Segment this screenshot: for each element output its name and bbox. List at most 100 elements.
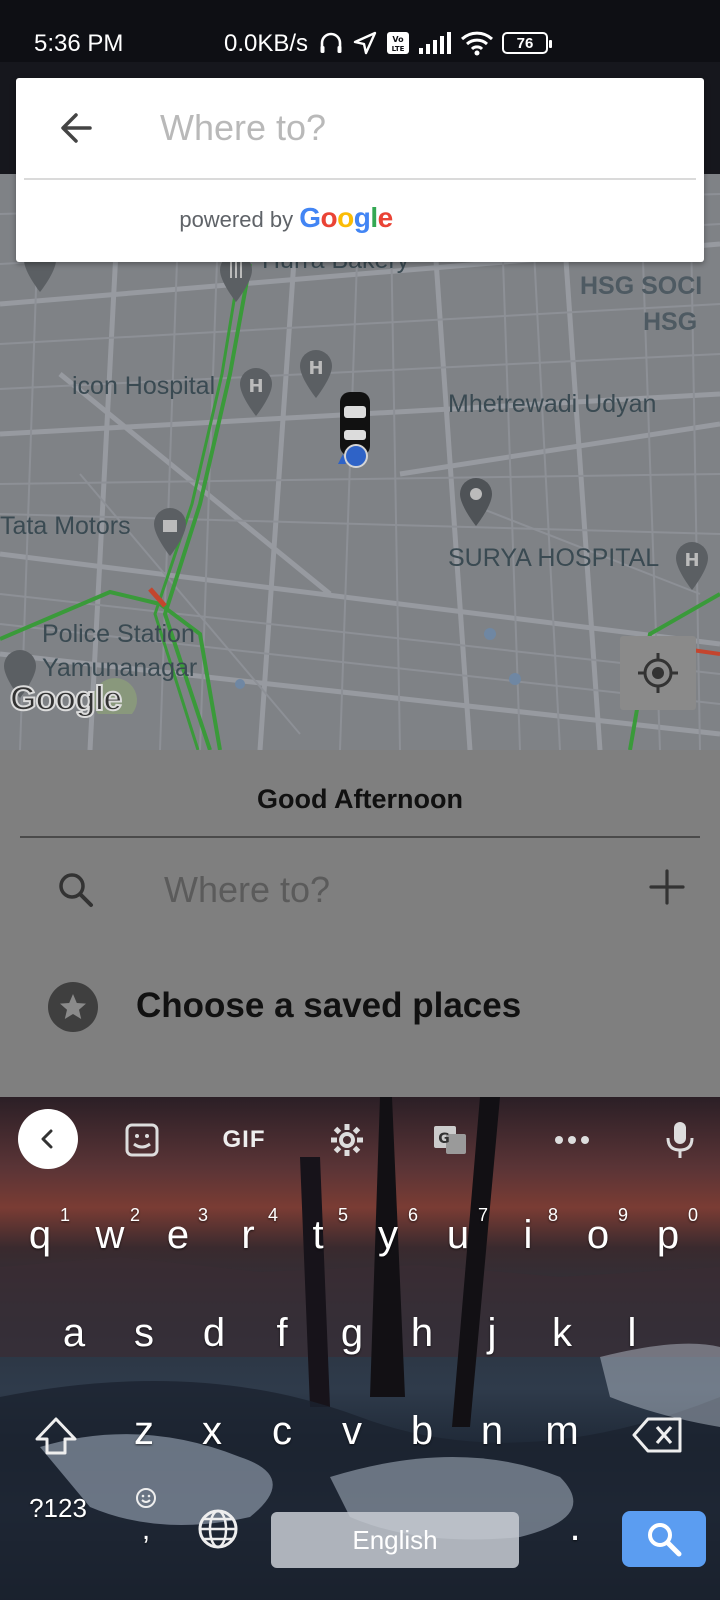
shift-icon xyxy=(35,1417,77,1455)
search-icon xyxy=(648,1523,682,1557)
key-letter: r xyxy=(241,1213,255,1257)
space-key-label: English xyxy=(352,1524,438,1555)
key-f[interactable]: f xyxy=(262,1311,302,1356)
key-m[interactable]: m xyxy=(542,1409,582,1454)
more-options-button[interactable] xyxy=(550,1111,594,1169)
key-r[interactable]: r4 xyxy=(228,1205,278,1258)
key-b[interactable]: b xyxy=(402,1409,442,1454)
key-number-hint: 9 xyxy=(617,1205,628,1225)
signal-icon xyxy=(419,32,451,54)
shift-key[interactable] xyxy=(32,1415,80,1467)
key-number-hint: 4 xyxy=(267,1205,278,1225)
key-p[interactable]: p0 xyxy=(648,1205,698,1258)
search-icon xyxy=(59,873,93,907)
emoji-comma-key[interactable]: , xyxy=(128,1475,164,1546)
map-label-mhetrewadi-udyan: Mhetrewadi Udyan xyxy=(448,390,657,418)
svg-text:H: H xyxy=(308,358,323,379)
google-logo-letter: G xyxy=(299,202,321,233)
hospital-pin-icon[interactable]: H xyxy=(296,348,336,400)
key-i[interactable]: i8 xyxy=(508,1205,558,1258)
key-z[interactable]: z xyxy=(124,1409,164,1454)
microphone-icon xyxy=(666,1122,694,1158)
key-o[interactable]: o9 xyxy=(578,1205,628,1258)
google-map-watermark: Google xyxy=(9,679,123,719)
map-label-tata-motors: Tata Motors xyxy=(0,512,131,540)
key-h[interactable]: h xyxy=(402,1311,442,1356)
key-u[interactable]: u7 xyxy=(438,1205,488,1258)
key-l[interactable]: l xyxy=(612,1311,652,1356)
map-label-surya-hospital: SURYA HOSPITAL xyxy=(448,544,660,572)
google-logo-letter: g xyxy=(353,202,371,233)
sticker-icon xyxy=(125,1123,159,1157)
key-letter: y xyxy=(378,1213,398,1257)
back-button[interactable] xyxy=(54,106,98,150)
key-y[interactable]: y6 xyxy=(368,1205,418,1258)
hospital-pin-icon[interactable]: H xyxy=(672,540,712,592)
powered-by-google: powered by Google xyxy=(16,202,556,234)
key-t[interactable]: t5 xyxy=(298,1205,348,1258)
key-s[interactable]: s xyxy=(124,1311,164,1356)
gif-button[interactable]: GIF xyxy=(214,1111,274,1169)
key-letter: q xyxy=(28,1213,52,1257)
saved-places-row[interactable]: Choose a saved places xyxy=(0,972,720,1042)
comma-label: , xyxy=(141,1513,151,1546)
network-speed: 0.0KB/s xyxy=(224,30,309,57)
powered-by-label: powered by xyxy=(179,207,294,232)
backspace-icon xyxy=(632,1417,682,1453)
my-location-button[interactable] xyxy=(620,636,696,710)
key-e[interactable]: e3 xyxy=(158,1205,208,1258)
period-key[interactable]: . xyxy=(560,1505,590,1550)
backspace-key[interactable] xyxy=(628,1415,688,1465)
wifi-icon xyxy=(460,31,494,56)
key-w[interactable]: w2 xyxy=(90,1205,140,1258)
back-arrow-icon xyxy=(61,113,92,143)
google-logo-letter: o xyxy=(320,202,338,233)
crosshair-icon xyxy=(638,653,678,693)
soft-keyboard: GIF G q1 w2 e3 r4 t5 y6 u7 i8 o9 p0 asdfghjkl xcvbn… xyxy=(0,1097,720,1600)
key-letter: u xyxy=(446,1213,470,1257)
map-label-hsg-society: HSG SOCI xyxy=(580,272,703,300)
hospital-pin-icon[interactable]: H xyxy=(236,366,276,418)
google-logo: Google xyxy=(299,202,394,233)
key-a[interactable]: a xyxy=(54,1311,94,1356)
more-dots-icon xyxy=(555,1136,589,1144)
saved-places-label: Choose a saved places xyxy=(136,986,522,1025)
map-label-icon-hospital: icon Hospital xyxy=(72,372,216,400)
park-pin-icon[interactable] xyxy=(456,476,496,528)
key-d[interactable]: d xyxy=(194,1311,234,1356)
sticker-button[interactable] xyxy=(120,1111,164,1169)
key-letter: t xyxy=(312,1213,324,1257)
destination-input[interactable] xyxy=(160,100,660,156)
key-g[interactable]: g xyxy=(332,1311,372,1356)
key-number-hint: 6 xyxy=(407,1205,418,1225)
key-number-hint: 2 xyxy=(129,1205,140,1225)
key-v[interactable]: v xyxy=(332,1409,372,1454)
translate-button[interactable]: G xyxy=(428,1111,472,1169)
google-logo-letter: e xyxy=(377,202,394,233)
key-q[interactable]: q1 xyxy=(20,1205,70,1258)
key-letter: w xyxy=(95,1213,125,1257)
key-number-hint: 7 xyxy=(477,1205,488,1225)
key-n[interactable]: n xyxy=(472,1409,512,1454)
key-c[interactable]: c xyxy=(262,1409,302,1454)
destination-search-card: powered by Google xyxy=(16,78,704,262)
map-label-hsg: HSG xyxy=(643,308,698,336)
where-to-row[interactable] xyxy=(0,850,720,930)
key-j[interactable]: j xyxy=(472,1311,512,1356)
symbols-key[interactable]: ?123 xyxy=(20,1493,96,1524)
where-to-input[interactable] xyxy=(164,862,604,918)
key-k[interactable]: k xyxy=(542,1311,582,1356)
keyboard-search-key[interactable] xyxy=(622,1511,706,1567)
shopping-pin-icon[interactable] xyxy=(150,506,190,558)
card-divider xyxy=(24,178,696,180)
key-x[interactable]: x xyxy=(192,1409,232,1454)
settings-button[interactable] xyxy=(322,1111,372,1169)
add-stop-icon[interactable] xyxy=(646,866,688,908)
key-number-hint: 0 xyxy=(687,1205,698,1225)
space-key[interactable]: English xyxy=(271,1512,519,1568)
google-logo-letter: o xyxy=(337,202,354,233)
collapse-suggestions-button[interactable] xyxy=(18,1109,78,1169)
language-key[interactable] xyxy=(196,1507,240,1561)
status-time: 5:36 PM xyxy=(34,30,124,57)
voice-input-button[interactable] xyxy=(658,1111,702,1169)
